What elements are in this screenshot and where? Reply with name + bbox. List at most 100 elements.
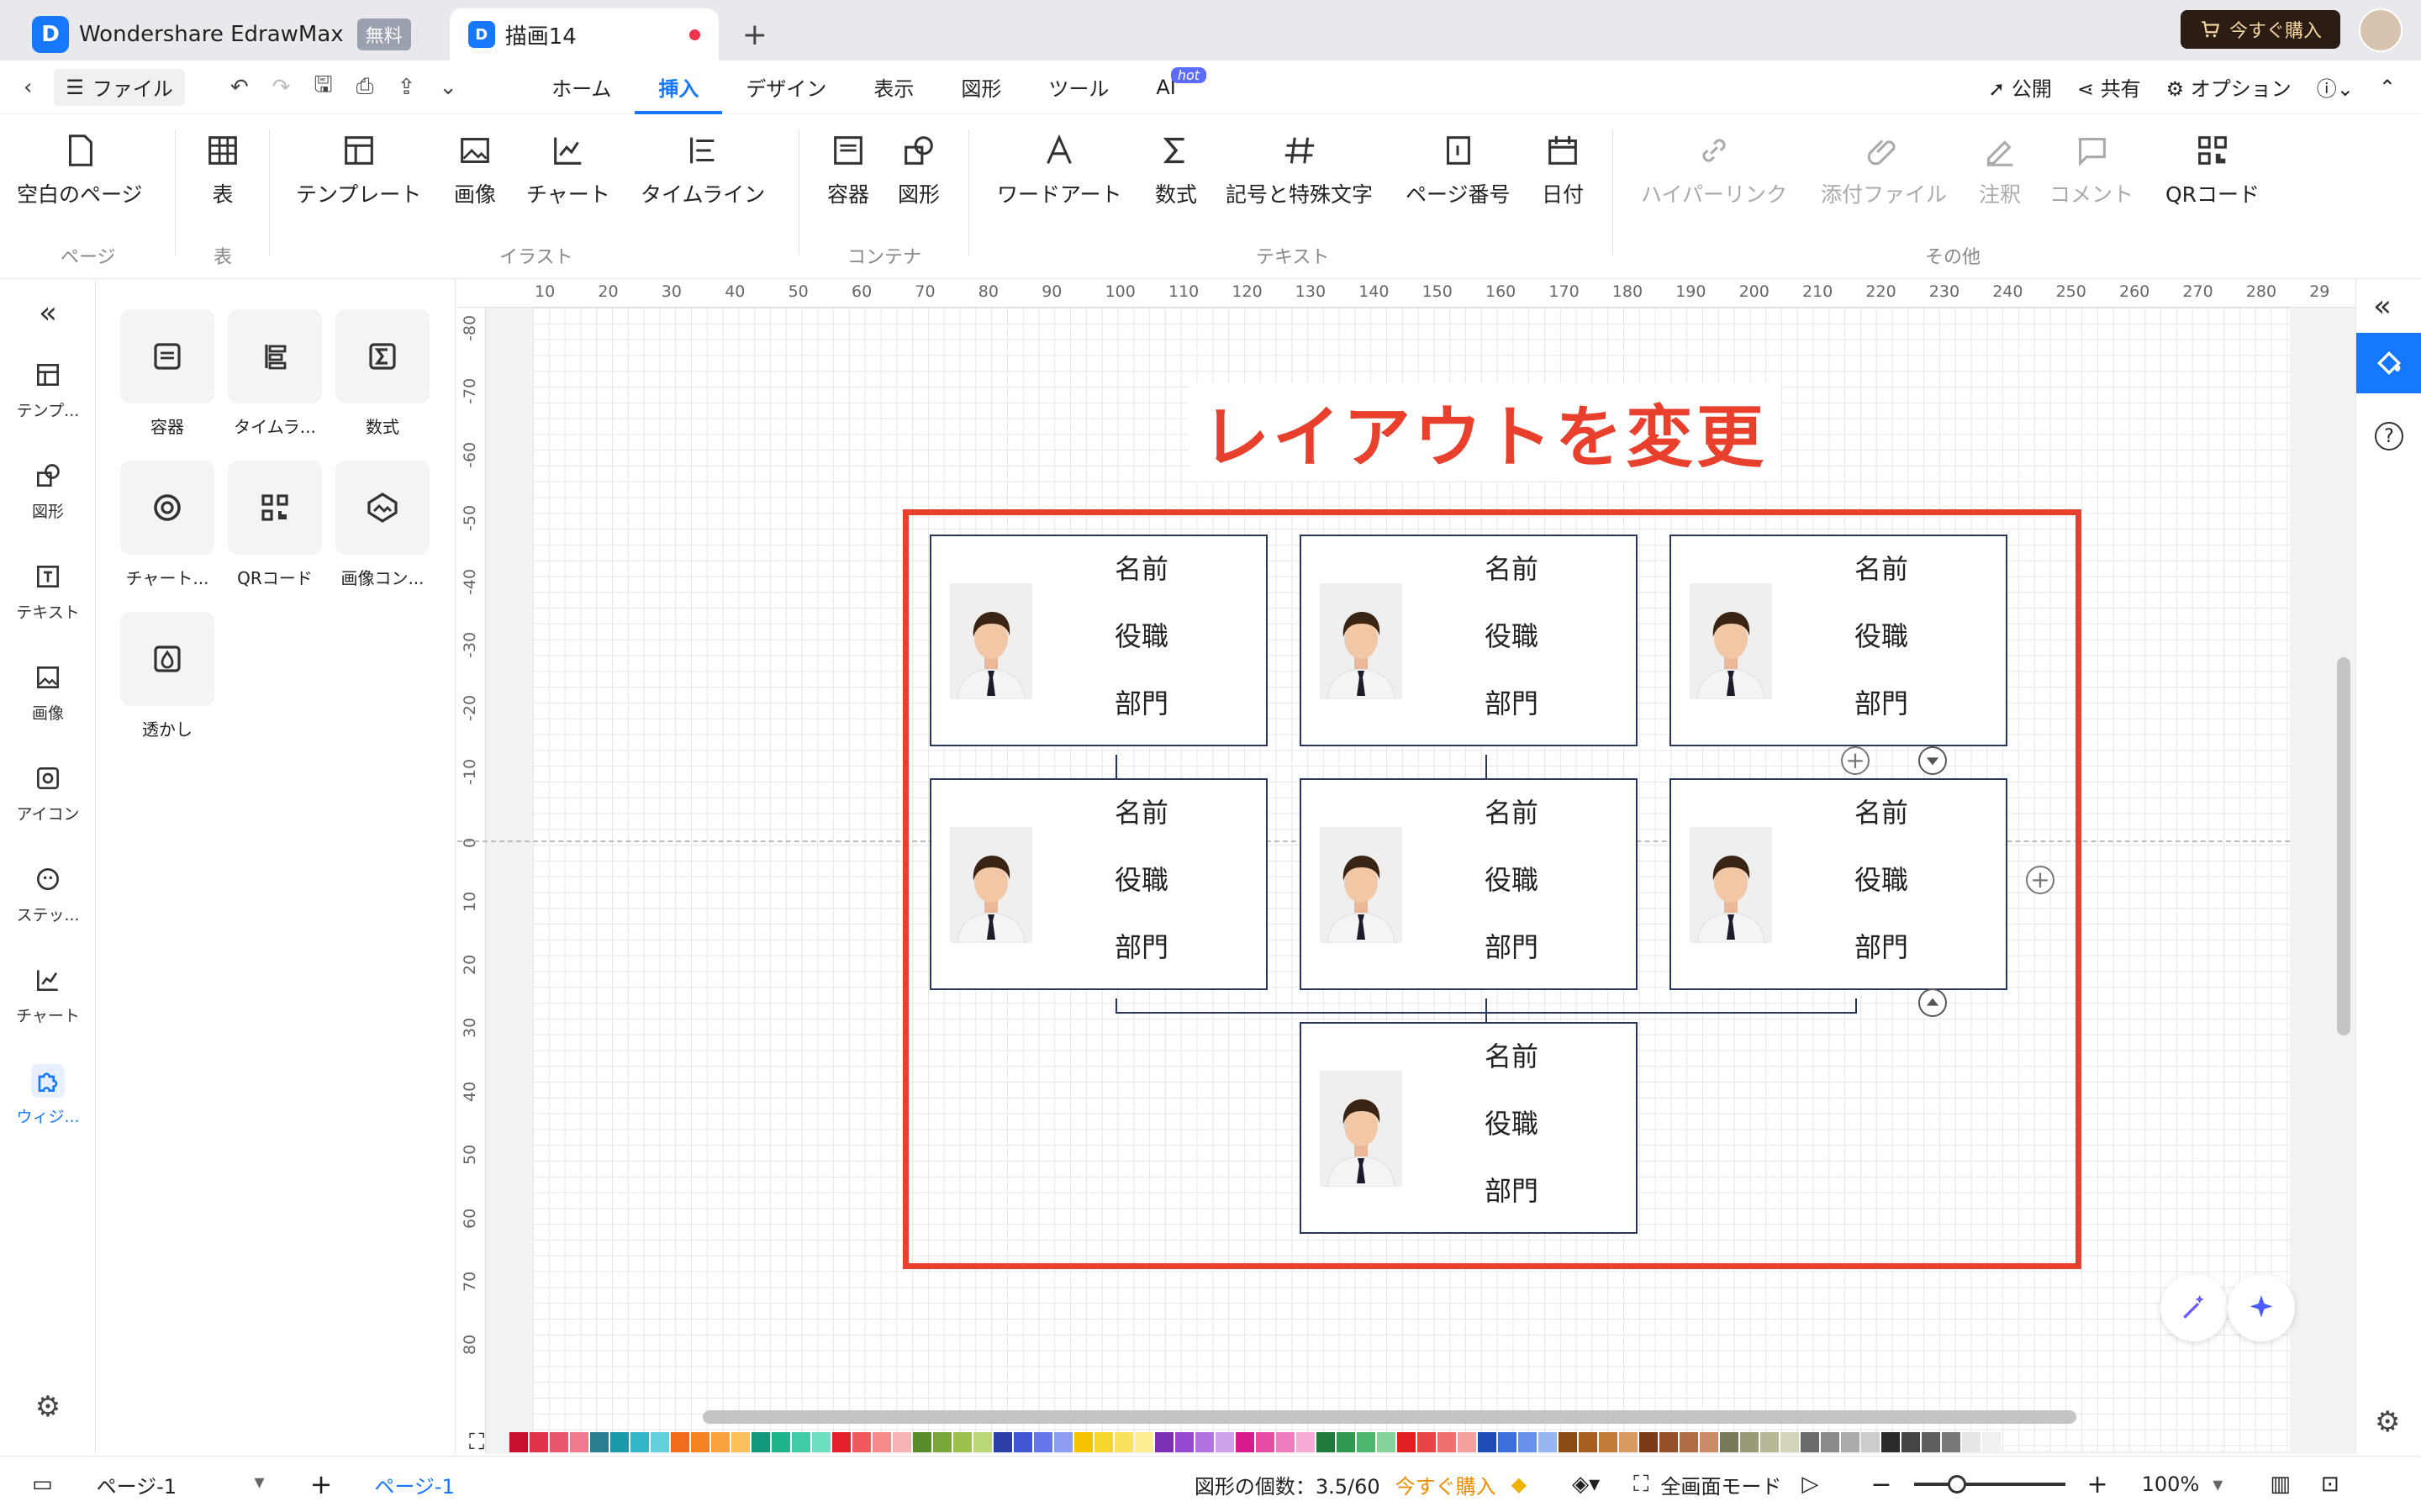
color-swatch[interactable] — [1720, 1432, 1739, 1452]
color-swatch[interactable] — [1619, 1432, 1638, 1452]
widget-chart[interactable]: チャート... — [119, 461, 215, 589]
style-panel-button[interactable] — [2356, 333, 2421, 393]
tab-ai[interactable]: AI hot — [1132, 61, 1235, 114]
back-icon[interactable]: ‹ — [12, 75, 44, 100]
color-swatch[interactable] — [1054, 1432, 1073, 1452]
org-card[interactable]: 名前 役職 部門 — [1300, 1022, 1638, 1234]
color-swatch[interactable] — [832, 1432, 852, 1452]
sidebar-item-sticker[interactable]: ステッ... — [0, 862, 96, 925]
expand-panel-icon[interactable]: « — [2373, 289, 2392, 324]
chart-button[interactable]: チャート — [526, 131, 610, 208]
color-swatch[interactable] — [1175, 1432, 1195, 1452]
color-swatch[interactable] — [1296, 1432, 1316, 1452]
color-swatch[interactable] — [1982, 1432, 2002, 1452]
color-swatch[interactable] — [651, 1432, 670, 1452]
options-button[interactable]: ⚙ オプション — [2166, 72, 2292, 102]
timeline-button[interactable]: タイムライン — [641, 131, 765, 208]
fill-tool-icon[interactable]: ⛶ — [469, 1430, 484, 1456]
color-swatch[interactable] — [509, 1432, 529, 1452]
widget-container[interactable]: 容器 — [119, 309, 215, 438]
drawing-page[interactable]: レイアウトを変更 名前 役職 部門 名前 役職 部門 名前 役職 部門 名前 役職 部門 名前 役職 部門名… — [457, 308, 2290, 1451]
color-swatch[interactable] — [1680, 1432, 1699, 1452]
color-swatch[interactable] — [630, 1432, 650, 1452]
fit-page-icon[interactable]: ⊡ — [2321, 1472, 2339, 1497]
user-avatar[interactable] — [2359, 8, 2403, 52]
template-button[interactable]: テンプレート — [296, 131, 421, 208]
color-swatch[interactable] — [610, 1432, 630, 1452]
undo-icon[interactable]: ↶ — [219, 75, 261, 100]
color-swatch[interactable] — [1478, 1432, 1497, 1452]
widget-formula[interactable]: 数式 — [335, 309, 430, 438]
color-swatch[interactable] — [1801, 1432, 1820, 1452]
color-swatch[interactable] — [1821, 1432, 1840, 1452]
color-swatch[interactable] — [691, 1432, 710, 1452]
org-card[interactable]: 名前 役職 部門 — [1300, 778, 1638, 990]
print-icon[interactable]: ⎙ — [345, 74, 386, 100]
sidebar-item-widget[interactable]: ウィジ... — [0, 1064, 96, 1127]
color-swatch[interactable] — [1922, 1432, 1941, 1452]
sidebar-item-image[interactable]: 画像 — [0, 661, 96, 724]
color-swatch[interactable] — [1014, 1432, 1033, 1452]
color-swatch[interactable] — [1417, 1432, 1437, 1452]
color-swatch[interactable] — [1700, 1432, 1719, 1452]
color-swatch[interactable] — [1881, 1432, 1901, 1452]
zoom-slider-thumb[interactable] — [1947, 1475, 1966, 1494]
color-swatch[interactable] — [812, 1432, 831, 1452]
share-button[interactable]: ⋖ 共有 — [2077, 72, 2141, 102]
widget-watermark[interactable]: 透かし — [119, 612, 215, 740]
color-swatch[interactable] — [1639, 1432, 1659, 1452]
color-swatch[interactable] — [1962, 1432, 1981, 1452]
more-icon[interactable]: ⌄ — [427, 75, 469, 100]
buy-now-link[interactable]: 今すぐ購入 — [1395, 1470, 1496, 1499]
color-swatch[interactable] — [1155, 1432, 1174, 1452]
color-swatch[interactable] — [550, 1432, 569, 1452]
buy-now-button[interactable]: 今すぐ購入 — [2180, 10, 2340, 49]
play-icon[interactable]: ▷ — [1801, 1472, 1818, 1497]
hyperlink-button[interactable]: ハイパーリンク — [1641, 131, 1787, 208]
sidebar-item-chart[interactable]: チャート — [0, 963, 96, 1026]
color-swatch[interactable] — [913, 1432, 932, 1452]
image-button[interactable]: 画像 — [454, 131, 496, 208]
color-swatch[interactable] — [1034, 1432, 1053, 1452]
page-number-button[interactable]: ページ番号 — [1406, 131, 1511, 208]
map-icon[interactable]: ▥ — [2270, 1472, 2291, 1497]
publish-button[interactable]: ➚ 公開 — [1988, 72, 2052, 102]
color-swatch[interactable] — [1276, 1432, 1295, 1452]
color-swatch[interactable] — [1942, 1432, 1961, 1452]
tab-tools[interactable]: ツール — [1025, 61, 1132, 114]
color-swatch[interactable] — [1216, 1432, 1235, 1452]
symbols-button[interactable]: 記号と特殊文字 — [1226, 131, 1373, 208]
fullscreen-icon[interactable]: ⛶ — [1633, 1472, 1648, 1498]
color-swatch[interactable] — [1498, 1432, 1517, 1452]
date-button[interactable]: 日付 — [1542, 131, 1584, 208]
tab-shape[interactable]: 図形 — [937, 61, 1025, 114]
sidebar-item-text[interactable]: テキスト — [0, 560, 96, 623]
shape-button[interactable]: 図形 — [898, 131, 940, 208]
color-swatch[interactable] — [570, 1432, 589, 1452]
color-swatch[interactable] — [1901, 1432, 1921, 1452]
add-node-icon[interactable]: + — [1841, 746, 1870, 775]
color-swatch[interactable] — [590, 1432, 609, 1452]
tab-design[interactable]: デザイン — [722, 61, 850, 114]
collapse-ribbon-icon[interactable]: ⌃ — [2379, 76, 2396, 99]
org-card[interactable]: 名前 役職 部門 — [1300, 535, 1638, 746]
app-tab[interactable]: D Wondershare EdrawMax 無料 — [0, 8, 430, 61]
collapse-sidebar-icon[interactable]: « — [0, 296, 96, 330]
color-swatch[interactable] — [1599, 1432, 1618, 1452]
wordart-button[interactable]: ワードアート — [997, 131, 1122, 208]
color-swatch[interactable] — [893, 1432, 912, 1452]
tab-home[interactable]: ホーム — [528, 61, 635, 114]
color-swatch[interactable] — [994, 1432, 1013, 1452]
color-swatch[interactable] — [1518, 1432, 1538, 1452]
new-tab-button[interactable]: + — [719, 8, 791, 61]
color-swatch[interactable] — [1397, 1432, 1416, 1452]
color-swatch[interactable] — [1559, 1432, 1578, 1452]
add-page-button[interactable]: + — [310, 1468, 333, 1500]
canvas-heading[interactable]: レイアウトを変更 — [1189, 383, 1780, 481]
formula-button[interactable]: 数式 — [1155, 131, 1197, 208]
page-list-icon[interactable]: ▭ — [32, 1472, 53, 1497]
horizontal-scrollbar[interactable] — [703, 1410, 2076, 1424]
org-card[interactable]: 名前 役職 部門 — [1669, 778, 2007, 990]
ai-magic-button[interactable] — [2160, 1274, 2228, 1341]
zoom-in-button[interactable]: + — [2087, 1470, 2108, 1499]
